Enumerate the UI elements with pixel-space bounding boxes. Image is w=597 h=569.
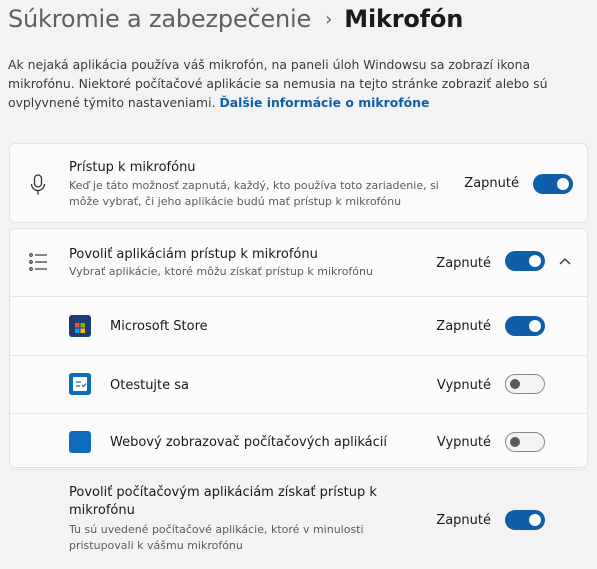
toggle-knob <box>529 320 541 332</box>
app-name: Microsoft Store <box>110 319 208 334</box>
toggle-knob <box>529 255 541 267</box>
app-access-title: Povoliť aplikáciám prístup k mikrofónu <box>69 247 318 262</box>
webview-app-icon <box>69 431 91 453</box>
desktop-access-subtitle-line2: pristupovali k vášmu mikrofónu <box>69 539 243 552</box>
chevron-up-icon[interactable] <box>559 257 571 265</box>
page-title: Mikrofón <box>344 5 464 33</box>
microphone-access-subtitle-line1: Keď je táto možnosť zapnutá, každý, kto … <box>69 179 439 192</box>
desktop-access-title: Povoliť počítačovým aplikáciám získať pr… <box>69 484 377 520</box>
microphone-access-subtitle-line2: môže vybrať, či jeho aplikácie budú mať … <box>69 195 402 208</box>
desktop-access-title-line2: mikrofónu <box>69 503 135 518</box>
chevron-right-icon: › <box>325 8 333 30</box>
app-name: Otestujte sa <box>110 378 190 393</box>
app-state: Zapnuté <box>436 319 491 334</box>
microsoft-store-toggle[interactable] <box>505 316 545 336</box>
app-row-microsoft-store: Microsoft Store Zapnuté <box>10 296 587 355</box>
test-app-logo <box>69 373 91 395</box>
app-row-webview: Webový zobrazovač počítačových aplikácií… <box>10 413 587 469</box>
app-name: Webový zobrazovač počítačových aplikácií <box>110 435 387 450</box>
microphone-access-title: Prístup k mikrofónu <box>69 160 196 175</box>
microphone-access-subtitle: Keď je táto možnosť zapnutá, každý, kto … <box>69 178 439 210</box>
toggle-knob <box>529 514 541 526</box>
app-access-card: Povoliť aplikáciám prístup k mikrofónu V… <box>9 228 588 552</box>
app-state: Vypnuté <box>436 435 491 450</box>
microsoft-store-icon <box>69 315 91 337</box>
list-icon <box>29 253 47 271</box>
microphone-access-toggle[interactable] <box>533 174 573 194</box>
desktop-access-row: Povoliť počítačovým aplikáciám získať pr… <box>10 469 587 569</box>
desktop-access-title-line1: Povoliť počítačovým aplikáciám získať pr… <box>69 485 377 500</box>
webview-app-toggle[interactable] <box>505 432 545 452</box>
app-access-subtitle: Vybrať aplikácie, ktoré môžu získať prís… <box>69 265 373 278</box>
app-access-header-row[interactable]: Povoliť aplikáciám prístup k mikrofónu V… <box>10 229 587 296</box>
toggle-knob <box>510 379 520 389</box>
desktop-access-subtitle-line1: Tu sú uvedené počítačové aplikácie, ktor… <box>69 523 364 536</box>
page-description: Ak nejaká aplikácia používa váš mikrofón… <box>8 55 588 112</box>
microphone-icon <box>30 174 46 195</box>
learn-more-link[interactable]: Ďalšie informácie o mikrofóne <box>219 95 429 110</box>
otestujte-sa-toggle[interactable] <box>505 374 545 394</box>
toggle-knob <box>510 437 520 447</box>
app-state: Vypnuté <box>436 378 491 393</box>
app-access-state: Zapnuté <box>436 256 491 271</box>
breadcrumb-parent-link[interactable]: Súkromie a zabezpečenie <box>8 5 311 33</box>
microphone-access-state: Zapnuté <box>464 176 519 191</box>
microsoft-store-logo <box>71 317 89 335</box>
microphone-access-card: Prístup k mikrofónu Keď je táto možnosť … <box>9 143 588 223</box>
desktop-access-subtitle: Tu sú uvedené počítačové aplikácie, ktor… <box>69 522 364 554</box>
test-app-icon <box>69 373 91 395</box>
breadcrumb: Súkromie a zabezpečenie › Mikrofón <box>8 0 463 38</box>
app-row-otestujte-sa: Otestujte sa Vypnuté <box>10 355 587 413</box>
desktop-access-state: Zapnuté <box>436 513 491 528</box>
toggle-knob <box>557 178 569 190</box>
app-access-toggle[interactable] <box>505 251 545 271</box>
desktop-access-toggle[interactable] <box>505 510 545 530</box>
